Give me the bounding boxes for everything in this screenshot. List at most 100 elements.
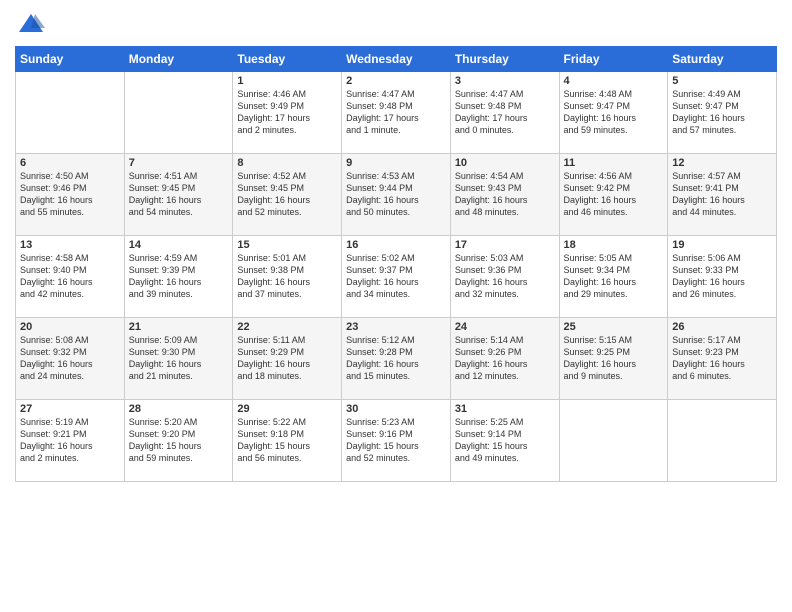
day-info: Sunrise: 4:52 AM Sunset: 9:45 PM Dayligh… xyxy=(237,170,337,219)
calendar-cell: 26Sunrise: 5:17 AM Sunset: 9:23 PM Dayli… xyxy=(668,318,777,400)
calendar-cell: 10Sunrise: 4:54 AM Sunset: 9:43 PM Dayli… xyxy=(450,154,559,236)
day-number: 31 xyxy=(455,403,555,415)
week-row-3: 13Sunrise: 4:58 AM Sunset: 9:40 PM Dayli… xyxy=(16,236,777,318)
weekday-header-friday: Friday xyxy=(559,47,668,72)
day-info: Sunrise: 5:06 AM Sunset: 9:33 PM Dayligh… xyxy=(672,252,772,301)
calendar-cell: 2Sunrise: 4:47 AM Sunset: 9:48 PM Daylig… xyxy=(342,72,451,154)
calendar-cell: 3Sunrise: 4:47 AM Sunset: 9:48 PM Daylig… xyxy=(450,72,559,154)
day-info: Sunrise: 4:57 AM Sunset: 9:41 PM Dayligh… xyxy=(672,170,772,219)
day-number: 17 xyxy=(455,239,555,251)
day-info: Sunrise: 5:25 AM Sunset: 9:14 PM Dayligh… xyxy=(455,416,555,465)
day-number: 1 xyxy=(237,75,337,87)
day-info: Sunrise: 5:05 AM Sunset: 9:34 PM Dayligh… xyxy=(564,252,664,301)
calendar-cell: 8Sunrise: 4:52 AM Sunset: 9:45 PM Daylig… xyxy=(233,154,342,236)
day-number: 8 xyxy=(237,157,337,169)
calendar-cell: 28Sunrise: 5:20 AM Sunset: 9:20 PM Dayli… xyxy=(124,400,233,482)
calendar-cell: 27Sunrise: 5:19 AM Sunset: 9:21 PM Dayli… xyxy=(16,400,125,482)
week-row-1: 1Sunrise: 4:46 AM Sunset: 9:49 PM Daylig… xyxy=(16,72,777,154)
calendar-cell: 12Sunrise: 4:57 AM Sunset: 9:41 PM Dayli… xyxy=(668,154,777,236)
weekday-header-tuesday: Tuesday xyxy=(233,47,342,72)
week-row-5: 27Sunrise: 5:19 AM Sunset: 9:21 PM Dayli… xyxy=(16,400,777,482)
calendar-cell: 21Sunrise: 5:09 AM Sunset: 9:30 PM Dayli… xyxy=(124,318,233,400)
calendar-table: SundayMondayTuesdayWednesdayThursdayFrid… xyxy=(15,46,777,482)
calendar-cell: 19Sunrise: 5:06 AM Sunset: 9:33 PM Dayli… xyxy=(668,236,777,318)
day-number: 4 xyxy=(564,75,664,87)
day-number: 5 xyxy=(672,75,772,87)
day-info: Sunrise: 4:46 AM Sunset: 9:49 PM Dayligh… xyxy=(237,88,337,137)
calendar-cell: 17Sunrise: 5:03 AM Sunset: 9:36 PM Dayli… xyxy=(450,236,559,318)
logo xyxy=(15,10,45,38)
day-info: Sunrise: 4:50 AM Sunset: 9:46 PM Dayligh… xyxy=(20,170,120,219)
day-number: 26 xyxy=(672,321,772,333)
calendar-cell xyxy=(124,72,233,154)
weekday-header-wednesday: Wednesday xyxy=(342,47,451,72)
day-info: Sunrise: 4:47 AM Sunset: 9:48 PM Dayligh… xyxy=(455,88,555,137)
day-info: Sunrise: 5:01 AM Sunset: 9:38 PM Dayligh… xyxy=(237,252,337,301)
calendar-cell: 9Sunrise: 4:53 AM Sunset: 9:44 PM Daylig… xyxy=(342,154,451,236)
day-number: 13 xyxy=(20,239,120,251)
calendar-cell: 18Sunrise: 5:05 AM Sunset: 9:34 PM Dayli… xyxy=(559,236,668,318)
day-number: 2 xyxy=(346,75,446,87)
day-number: 9 xyxy=(346,157,446,169)
day-info: Sunrise: 4:47 AM Sunset: 9:48 PM Dayligh… xyxy=(346,88,446,137)
weekday-header-sunday: Sunday xyxy=(16,47,125,72)
day-number: 12 xyxy=(672,157,772,169)
day-info: Sunrise: 5:11 AM Sunset: 9:29 PM Dayligh… xyxy=(237,334,337,383)
calendar-cell: 22Sunrise: 5:11 AM Sunset: 9:29 PM Dayli… xyxy=(233,318,342,400)
day-info: Sunrise: 5:12 AM Sunset: 9:28 PM Dayligh… xyxy=(346,334,446,383)
calendar-cell: 25Sunrise: 5:15 AM Sunset: 9:25 PM Dayli… xyxy=(559,318,668,400)
calendar-cell: 13Sunrise: 4:58 AM Sunset: 9:40 PM Dayli… xyxy=(16,236,125,318)
calendar-cell: 11Sunrise: 4:56 AM Sunset: 9:42 PM Dayli… xyxy=(559,154,668,236)
calendar-cell: 14Sunrise: 4:59 AM Sunset: 9:39 PM Dayli… xyxy=(124,236,233,318)
calendar-cell: 30Sunrise: 5:23 AM Sunset: 9:16 PM Dayli… xyxy=(342,400,451,482)
day-number: 3 xyxy=(455,75,555,87)
weekday-header-thursday: Thursday xyxy=(450,47,559,72)
day-number: 19 xyxy=(672,239,772,251)
day-info: Sunrise: 4:49 AM Sunset: 9:47 PM Dayligh… xyxy=(672,88,772,137)
day-number: 30 xyxy=(346,403,446,415)
day-number: 11 xyxy=(564,157,664,169)
page: SundayMondayTuesdayWednesdayThursdayFrid… xyxy=(0,0,792,612)
day-info: Sunrise: 4:59 AM Sunset: 9:39 PM Dayligh… xyxy=(129,252,229,301)
day-number: 27 xyxy=(20,403,120,415)
day-info: Sunrise: 5:20 AM Sunset: 9:20 PM Dayligh… xyxy=(129,416,229,465)
calendar-cell xyxy=(16,72,125,154)
calendar-cell xyxy=(559,400,668,482)
calendar-cell: 4Sunrise: 4:48 AM Sunset: 9:47 PM Daylig… xyxy=(559,72,668,154)
week-row-2: 6Sunrise: 4:50 AM Sunset: 9:46 PM Daylig… xyxy=(16,154,777,236)
calendar-cell xyxy=(668,400,777,482)
day-info: Sunrise: 5:15 AM Sunset: 9:25 PM Dayligh… xyxy=(564,334,664,383)
weekday-header-saturday: Saturday xyxy=(668,47,777,72)
day-number: 6 xyxy=(20,157,120,169)
day-info: Sunrise: 4:58 AM Sunset: 9:40 PM Dayligh… xyxy=(20,252,120,301)
calendar-cell: 31Sunrise: 5:25 AM Sunset: 9:14 PM Dayli… xyxy=(450,400,559,482)
calendar-cell: 29Sunrise: 5:22 AM Sunset: 9:18 PM Dayli… xyxy=(233,400,342,482)
calendar-cell: 5Sunrise: 4:49 AM Sunset: 9:47 PM Daylig… xyxy=(668,72,777,154)
logo-icon xyxy=(17,10,45,38)
day-info: Sunrise: 4:53 AM Sunset: 9:44 PM Dayligh… xyxy=(346,170,446,219)
day-number: 23 xyxy=(346,321,446,333)
day-info: Sunrise: 4:48 AM Sunset: 9:47 PM Dayligh… xyxy=(564,88,664,137)
day-info: Sunrise: 5:19 AM Sunset: 9:21 PM Dayligh… xyxy=(20,416,120,465)
day-number: 21 xyxy=(129,321,229,333)
header xyxy=(15,10,777,38)
day-number: 20 xyxy=(20,321,120,333)
day-number: 16 xyxy=(346,239,446,251)
day-info: Sunrise: 4:51 AM Sunset: 9:45 PM Dayligh… xyxy=(129,170,229,219)
calendar-cell: 1Sunrise: 4:46 AM Sunset: 9:49 PM Daylig… xyxy=(233,72,342,154)
calendar-cell: 15Sunrise: 5:01 AM Sunset: 9:38 PM Dayli… xyxy=(233,236,342,318)
day-number: 22 xyxy=(237,321,337,333)
day-info: Sunrise: 5:09 AM Sunset: 9:30 PM Dayligh… xyxy=(129,334,229,383)
day-number: 10 xyxy=(455,157,555,169)
day-info: Sunrise: 4:56 AM Sunset: 9:42 PM Dayligh… xyxy=(564,170,664,219)
day-number: 18 xyxy=(564,239,664,251)
calendar-cell: 16Sunrise: 5:02 AM Sunset: 9:37 PM Dayli… xyxy=(342,236,451,318)
day-number: 7 xyxy=(129,157,229,169)
day-number: 24 xyxy=(455,321,555,333)
calendar-cell: 6Sunrise: 4:50 AM Sunset: 9:46 PM Daylig… xyxy=(16,154,125,236)
day-info: Sunrise: 5:08 AM Sunset: 9:32 PM Dayligh… xyxy=(20,334,120,383)
day-info: Sunrise: 5:23 AM Sunset: 9:16 PM Dayligh… xyxy=(346,416,446,465)
day-number: 28 xyxy=(129,403,229,415)
day-info: Sunrise: 4:54 AM Sunset: 9:43 PM Dayligh… xyxy=(455,170,555,219)
day-number: 14 xyxy=(129,239,229,251)
